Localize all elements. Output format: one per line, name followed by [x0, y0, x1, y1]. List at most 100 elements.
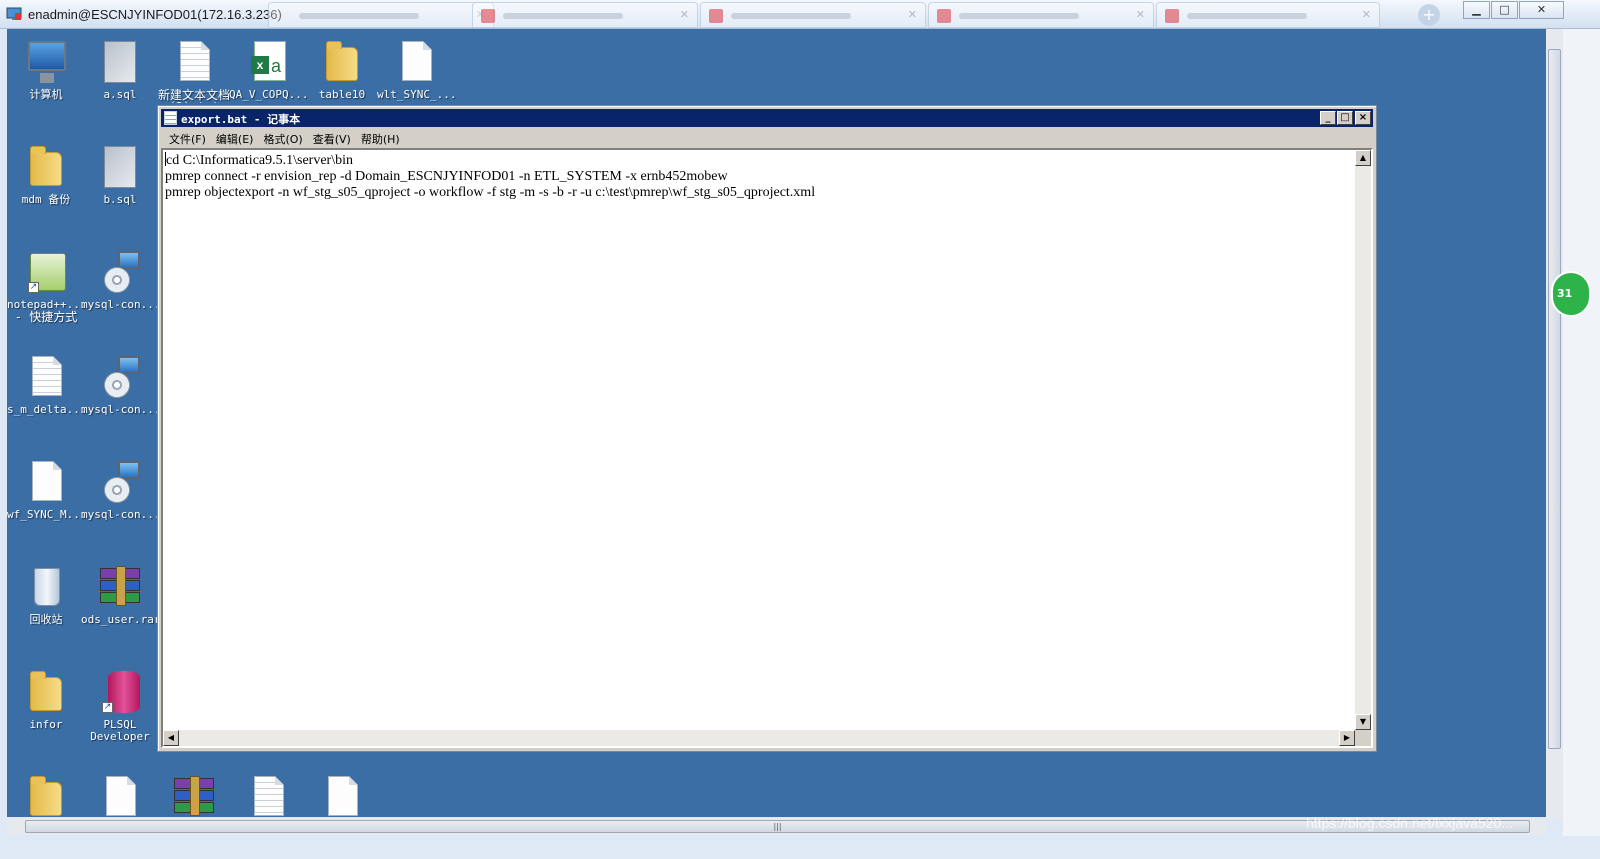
scroll-up-arrow-icon[interactable]: ▲	[1355, 150, 1371, 166]
desktop-icon-notepad-plus-plus[interactable]: ↗ notepad++... - 快捷方式	[7, 249, 86, 323]
recycle-bin-icon	[34, 568, 60, 606]
csdn-icon	[937, 9, 951, 23]
desktop-icon-label: mysql-con...	[81, 508, 161, 521]
rdp-window-controls: ▁ □ ✕	[1462, 1, 1564, 19]
scroll-right-arrow-icon[interactable]: ▶	[1339, 730, 1355, 746]
desktop-icon-table10[interactable]: table10	[303, 39, 381, 101]
rar-archive-icon	[174, 776, 214, 816]
browser-tab[interactable]: ✕	[472, 2, 698, 28]
desktop-icon-mysql-connector-1[interactable]: mysql-con...	[81, 249, 161, 311]
desktop-icon-b-sql[interactable]: b.sql	[81, 144, 159, 206]
rar-archive-icon	[100, 566, 140, 606]
desktop-icon-label: 回收站	[29, 613, 63, 626]
desktop-icon-label: ods_user.rar	[81, 613, 161, 626]
folder-icon	[30, 776, 62, 816]
desktop-icon-label: a.sql	[103, 88, 137, 101]
desktop-icon-a-sql[interactable]: a.sql	[81, 39, 159, 101]
desktop-icon-wf-sync[interactable]: wf_SYNC_M...	[7, 459, 86, 521]
bottom-frame	[0, 836, 1600, 859]
tab-title-blurred	[299, 13, 419, 19]
browser-tab[interactable]: ✕	[1156, 2, 1380, 28]
notepad-title-bar[interactable]: export.bat - 记事本 _ □ ×	[161, 109, 1373, 127]
vertical-scrollbar[interactable]: ▲ ▼	[1355, 150, 1371, 730]
close-icon[interactable]: ✕	[1362, 8, 1371, 21]
scrollbar-thumb[interactable]: |||	[25, 820, 1530, 833]
maximize-button[interactable]: □	[1337, 111, 1353, 125]
desktop-icon-wlt-sync[interactable]: wlt_SYNC_...	[377, 39, 456, 101]
tab-title-blurred	[959, 13, 1079, 19]
browser-tab[interactable]: ✕	[268, 2, 494, 28]
desktop-icon-folder-partial[interactable]	[7, 774, 85, 818]
desktop-icon-recycle-bin[interactable]: 回收站	[7, 564, 85, 626]
notepad-content: cd C:\Informatica9.5.1\server\bin pmrep …	[165, 152, 1351, 201]
file-icon	[402, 41, 432, 81]
desktop-icon-label: mysql-con...	[81, 403, 161, 416]
desktop-icon-label-line2: Developer	[90, 730, 150, 743]
menu-format[interactable]: 格式(O)	[259, 128, 308, 147]
scrollbar-thumb[interactable]	[1548, 49, 1561, 749]
resize-grip-icon[interactable]	[1355, 730, 1371, 746]
desktop-icon-plsql-developer[interactable]: ↗ PLSQL Developer	[81, 669, 159, 743]
shortcut-arrow-icon: ↗	[28, 282, 39, 293]
desktop-icon-label: infor	[29, 718, 63, 731]
desktop-icon-label: mdm 备份	[21, 193, 71, 206]
folder-icon	[30, 671, 62, 711]
desktop-icon-mysql-connector-3[interactable]: mysql-con...	[81, 459, 161, 521]
right-side-strip	[1563, 29, 1600, 859]
browser-tab[interactable]: ✕	[928, 2, 1154, 28]
close-icon[interactable]: ✕	[1136, 8, 1145, 21]
rdp-vertical-scrollbar[interactable]	[1546, 29, 1563, 819]
close-button[interactable]: ×	[1355, 111, 1371, 125]
minimize-button[interactable]: _	[1320, 111, 1336, 125]
text-file-icon	[254, 776, 284, 816]
new-tab-button[interactable]: +	[1418, 4, 1440, 26]
close-icon[interactable]: ✕	[680, 8, 689, 21]
desktop-icon-ods-user-rar[interactable]: ods_user.rar	[81, 564, 161, 626]
text-line: pmrep connect -r envision_rep -d Domain_…	[165, 169, 728, 184]
text-file-icon	[180, 41, 210, 81]
desktop-icon-s-m-delta[interactable]: s_m_delta...	[7, 354, 87, 416]
desktop-icon-label: QA_V_COPQ...	[229, 88, 309, 101]
desktop-icon-qa-v-copq[interactable]: xa QA_V_COPQ...	[229, 39, 309, 101]
desktop-icon-label: mysql-con...	[81, 298, 161, 311]
file-icon	[106, 776, 136, 816]
csdn-icon	[1165, 9, 1179, 23]
menu-help[interactable]: 帮助(H)	[357, 128, 406, 147]
close-icon[interactable]: ✕	[908, 8, 917, 21]
sql-file-icon	[104, 146, 136, 188]
desktop-icon-mysql-connector-2[interactable]: mysql-con...	[81, 354, 161, 416]
desktop-icon-computer[interactable]: 计算机	[7, 39, 85, 101]
notepad-text-area[interactable]: cd C:\Informatica9.5.1\server\bin pmrep …	[161, 148, 1373, 748]
minimize-button[interactable]: ▁	[1463, 1, 1490, 19]
desktop-icon-mdm-backup[interactable]: mdm 备份	[7, 144, 85, 206]
installer-icon	[104, 356, 140, 398]
desktop-icon-file-partial[interactable]	[81, 774, 159, 818]
desktop-icon-label: 新建文本文档 (2).txt	[157, 89, 230, 103]
scroll-left-arrow-icon[interactable]: ◀	[163, 730, 179, 746]
menu-view[interactable]: 查看(V)	[309, 128, 357, 147]
notepad-menu-bar: 文件(F) 编辑(E) 格式(O) 查看(V) 帮助(H)	[161, 128, 1373, 147]
desktop-icon-label: s_m_delta...	[7, 403, 87, 416]
desktop-icon-text-partial[interactable]	[229, 774, 307, 818]
desktop-icon-new-text-document[interactable]: 新建文本文档 (2).txt	[155, 39, 233, 103]
notepad-title: export.bat - 记事本	[181, 113, 301, 126]
scroll-down-arrow-icon[interactable]: ▼	[1355, 714, 1371, 730]
watermark: https://blog.csdn.net/lxxjava520...	[1306, 815, 1514, 831]
desktop-icon-label: 计算机	[29, 88, 63, 101]
notepad-icon	[164, 111, 177, 125]
close-button[interactable]: ✕	[1519, 1, 1564, 19]
notification-badge[interactable]: 31	[1551, 271, 1591, 317]
horizontal-scrollbar[interactable]: ◀ ▶	[163, 730, 1355, 746]
browser-tab[interactable]: ✕	[700, 2, 926, 28]
installer-icon	[104, 461, 140, 503]
menu-file[interactable]: 文件(F)	[165, 128, 212, 147]
desktop-icon-rar-partial[interactable]	[155, 774, 233, 818]
installer-icon	[104, 251, 140, 293]
desktop-icon-infor[interactable]: infor	[7, 669, 85, 731]
desktop-icon-file-partial-2[interactable]	[303, 774, 381, 818]
folder-icon	[326, 41, 358, 81]
menu-edit[interactable]: 编辑(E)	[212, 128, 260, 147]
maximize-button[interactable]: □	[1491, 1, 1518, 19]
folder-icon	[30, 146, 62, 186]
text-line: pmrep objectexport -n wf_stg_s05_qprojec…	[165, 185, 816, 200]
